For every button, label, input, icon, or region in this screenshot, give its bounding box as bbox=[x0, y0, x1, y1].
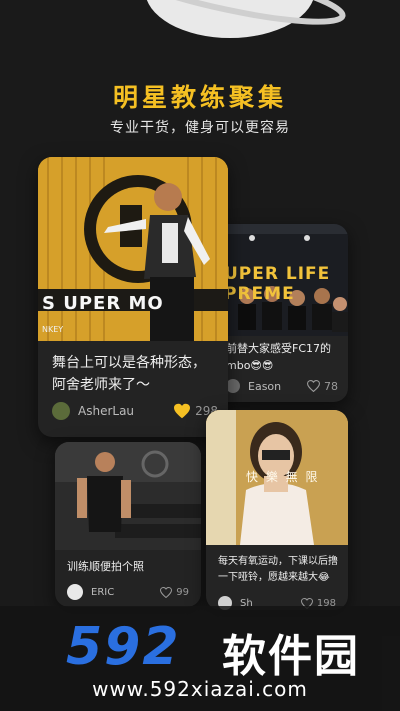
author-name: Eason bbox=[248, 379, 282, 393]
like-count[interactable]: 99 bbox=[160, 586, 189, 598]
heart-outline-icon bbox=[160, 586, 173, 598]
card-meta: Eason 78 bbox=[226, 379, 338, 393]
like-count[interactable]: 78 bbox=[307, 380, 338, 393]
author-name: ERIC bbox=[91, 586, 115, 598]
avatar bbox=[67, 584, 83, 600]
card-title: 每天有氧运动，下课以后撸一下哑铃，愿越来越大😂 bbox=[218, 556, 338, 583]
photo-caption-2: PREME bbox=[224, 284, 295, 304]
card-title: 前替大家感受FC17的mbo😎😎 bbox=[226, 342, 332, 373]
feed-card-asherlau[interactable]: S UPER MO NKEY 舞台上可以是各种形态，阿舍老师来了～ AsherL… bbox=[38, 157, 228, 437]
planet-decoration bbox=[114, 0, 346, 38]
watermark-name: 软件园 bbox=[222, 631, 360, 682]
feed-card-eason[interactable]: UPER LIFE PREME 前替大家感受FC17的mbo😎😎 Eason 7… bbox=[212, 224, 348, 402]
card-meta: AsherLau 298 bbox=[52, 402, 218, 420]
card-title: 舞台上可以是各种形态，阿舍老师来了～ bbox=[52, 355, 206, 393]
card-photo: S UPER MO NKEY bbox=[38, 157, 228, 341]
heart-outline-icon bbox=[307, 380, 320, 392]
card-photo: UPER LIFE PREME bbox=[212, 224, 348, 336]
watermark-logo: 592 bbox=[66, 617, 181, 677]
headline: 明星教练聚集 bbox=[112, 83, 287, 112]
feed-card-eric[interactable]: 训练顺便拍个照 ERIC 99 bbox=[55, 442, 201, 607]
photo-caption: S UPER MO bbox=[42, 293, 164, 314]
card-meta: ERIC 99 bbox=[67, 584, 189, 600]
subline: 专业干货，健身可以更容易 bbox=[110, 120, 290, 136]
heart-filled-icon bbox=[174, 403, 191, 419]
photo-subcaption: NKEY bbox=[42, 325, 64, 334]
card-photo bbox=[55, 442, 201, 550]
watermark-url: www.592xiazai.com bbox=[92, 677, 308, 701]
card-photo: 快 樂 無 限 bbox=[206, 410, 348, 545]
card-title: 训练顺便拍个照 bbox=[67, 560, 144, 573]
avatar bbox=[226, 379, 240, 393]
author-name: AsherLau bbox=[78, 404, 135, 418]
feed-card-selfie[interactable]: 快 樂 無 限 每天有氧运动，下课以后撸一下哑铃，愿越来越大😂 Sh 198 bbox=[206, 410, 348, 610]
photo-caption: UPER LIFE bbox=[224, 264, 331, 284]
photo-caption: 快 樂 無 限 bbox=[246, 470, 320, 484]
avatar bbox=[52, 402, 70, 420]
gym-dumbbell-photo bbox=[55, 442, 201, 550]
